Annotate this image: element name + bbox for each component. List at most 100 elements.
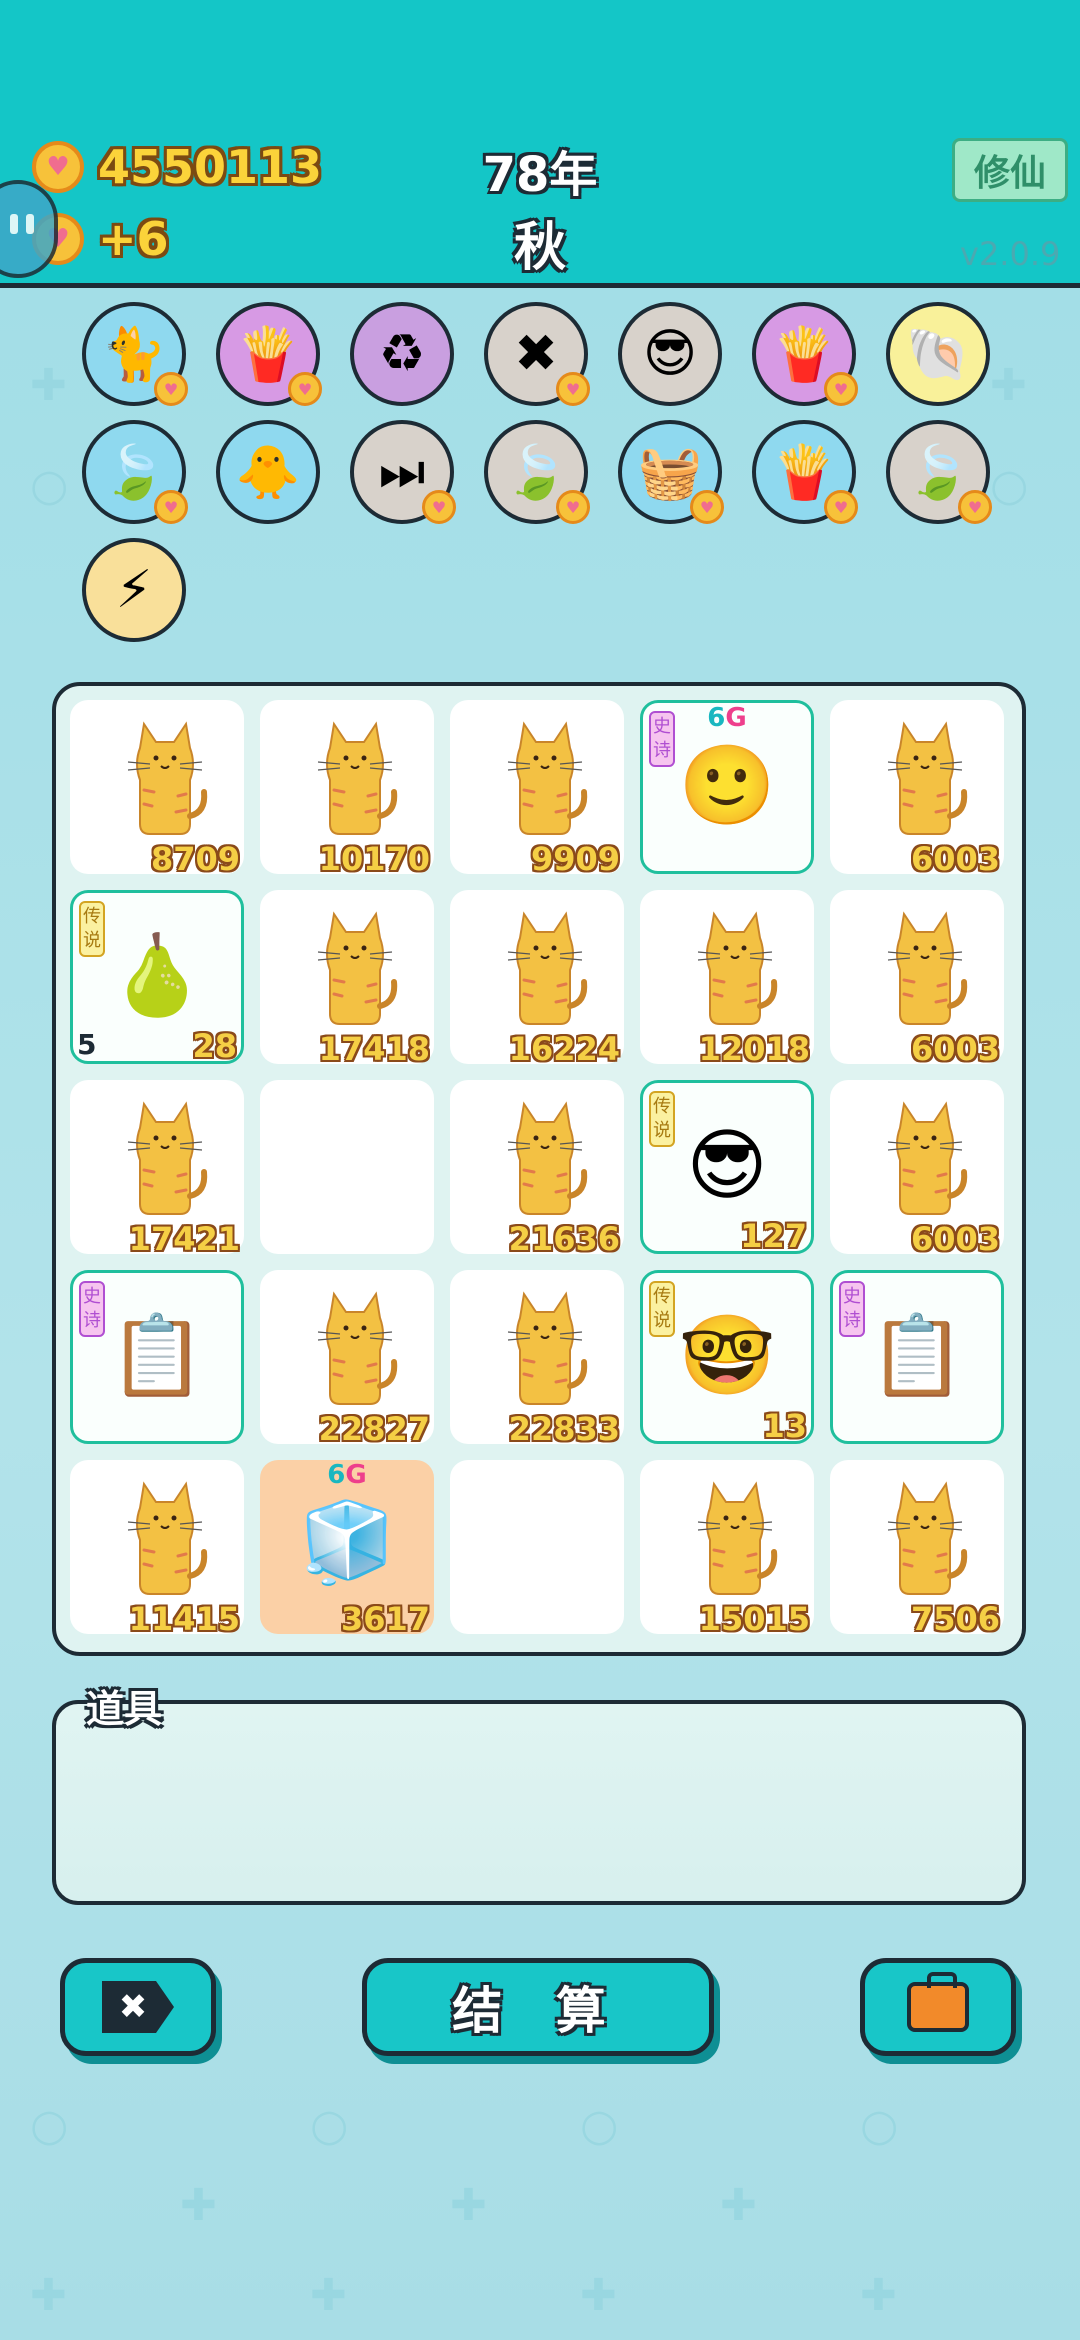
bg-decoration: ✚ [720,2180,757,2231]
bg-decoration: ✚ [310,2270,347,2321]
settle-label: 结 算 [452,1982,624,2040]
cat-icon [317,1291,398,1405]
fries-icon[interactable]: 🍟 ♥ [216,302,322,406]
heart-badge-icon: ♥ [690,490,724,524]
version-label: v2.0.9 [960,235,1061,273]
slot-value: 7506 [910,1600,1000,1638]
slot-cat[interactable]: 15015 [640,1460,814,1638]
cat-icon [317,911,398,1025]
slot-face-king[interactable]: 🤓 传说 13 [640,1270,814,1445]
bg-decoration: ○ [310,2100,349,2151]
chick-egg-icon[interactable]: 🐥 [216,420,320,524]
empty-slot[interactable] [260,1080,434,1254]
xiuxian-button[interactable]: 修仙 [952,138,1068,202]
leaf-icon[interactable]: 🍃 ♥ [82,420,188,524]
bg-decoration: ○ [30,460,69,511]
cat-icon [887,1481,968,1595]
bg-decoration: ✚ [450,2180,487,2231]
skip-icon-glyph: ⏭ [378,441,426,502]
slot-cat[interactable]: 17421 [70,1080,244,1258]
fries-icon-glyph: 🍟 [771,324,837,385]
slot-cat[interactable]: 11415 [70,1460,244,1638]
slot-face-red-hat[interactable]: 🙂 史诗 6G [640,700,814,874]
bg-decoration: ○ [30,2100,69,2151]
leaf-icon[interactable]: 🍃 ♥ [484,420,590,524]
slot-gourd[interactable]: 🍐 传说 5 28 [70,890,244,1065]
bg-decoration: ○ [860,2100,899,2151]
rarity-tag: 史诗 [79,1281,105,1337]
heart-badge-icon: ♥ [154,372,188,406]
coin-rate: +6 [98,212,169,266]
slot-cat[interactable]: 22827 [260,1270,434,1448]
inventory-button[interactable] [860,1958,1016,2056]
settle-button[interactable]: 结 算 [362,1958,714,2056]
slot-cat[interactable]: 7506 [830,1460,1004,1638]
cat-icon [127,721,208,835]
heart-badge-icon: ♥ [556,372,590,406]
slot-value: 17418 [318,1030,430,1068]
bg-decoration: ✚ [990,360,1027,411]
rarity-tag: 传说 [649,1281,675,1337]
rarity-tag: 传说 [79,901,105,957]
tools-panel [52,1700,1026,1905]
leaf-icon[interactable]: 🍃 ♥ [886,420,992,524]
remove-button[interactable]: ✖ [60,1958,216,2056]
heart-badge-icon: ♥ [288,372,322,406]
fries-icon[interactable]: 🍟 ♥ [752,302,858,406]
recycle-icon-glyph: ♻ [378,324,426,384]
slot-value: 6003 [910,1030,1000,1068]
cat-icon [887,1101,968,1215]
shell-icon[interactable]: 🐚 [886,302,990,406]
fruit-basket-icon-glyph: 🧺 [637,442,703,503]
season-label: 秋 [513,218,566,278]
slot-cat[interactable]: 8709 [70,700,244,878]
cat-photo-icon[interactable]: 🐈 ♥ [82,302,188,406]
coin-counter: ♥ 4550113 [32,140,322,194]
empty-slot[interactable] [450,1460,624,1634]
leaf-icon-glyph: 🍃 [503,442,569,503]
cat-icon [887,721,968,835]
slot-value: 16224 [508,1030,620,1068]
slot-cat[interactable]: 6003 [830,1080,1004,1258]
shell-icon-glyph: 🐚 [905,324,971,385]
slot-value: 6003 [910,840,1000,878]
slot-cat[interactable]: 16224 [450,890,624,1068]
slot-fridge[interactable]: 🧊 6G 3617 [260,1460,434,1638]
slot-value: 22833 [508,1410,620,1448]
slot-value: 12018 [698,1030,810,1068]
slot-cat[interactable]: 21636 [450,1080,624,1258]
cat-icon [127,1481,208,1595]
slot-value: 10170 [318,840,430,878]
slot-value: 17421 [128,1220,240,1258]
fruit-basket-icon[interactable]: 🧺 ♥ [618,420,724,524]
bg-decoration: ✚ [30,360,67,411]
fries-icon[interactable]: 🍟 ♥ [752,420,858,524]
skip-icon[interactable]: ⏭ ♥ [350,420,456,524]
fries-icon-glyph: 🍟 [771,442,837,503]
lightning-icon[interactable]: ⚡ [82,538,186,642]
fridge-icon: 🧊 [298,1498,396,1588]
cat-sunglasses-icon-glyph: 😎 [642,324,698,384]
slot-cat[interactable]: 22833 [450,1270,624,1448]
slot-value: 28 [192,1027,237,1065]
delete-tag-icon[interactable]: ✖ ♥ [484,302,590,406]
cat-icon [507,1291,588,1405]
bg-decoration: ✚ [860,2270,897,2321]
cat-icon [127,1101,208,1215]
slot-cat[interactable]: 17418 [260,890,434,1068]
slot-cat[interactable]: 10170 [260,700,434,878]
cat-sunglasses-icon[interactable]: 😎 [618,302,722,406]
heart-badge-icon: ♥ [824,490,858,524]
slot-cat[interactable]: 12018 [640,890,814,1068]
cat-icon [507,911,588,1025]
slot-value: 127 [740,1217,807,1255]
slot-cat[interactable]: 6003 [830,700,1004,878]
heart-badge-icon: ♥ [824,372,858,406]
slot-copy-paste[interactable]: 📋 史诗 [830,1270,1004,1444]
slot-cat[interactable]: 6003 [830,890,1004,1068]
slot-face-sunglasses[interactable]: 😎 传说 127 [640,1080,814,1255]
slot-cat[interactable]: 9909 [450,700,624,878]
slot-copy-paste[interactable]: 📋 史诗 [70,1270,244,1444]
recycle-icon[interactable]: ♻ [350,302,454,406]
cat-icon [507,1101,588,1215]
